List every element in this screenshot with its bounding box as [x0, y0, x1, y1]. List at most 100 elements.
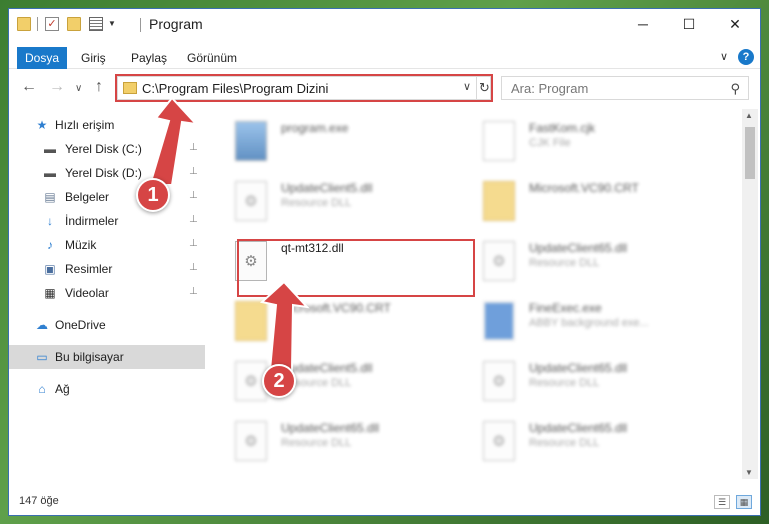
music-icon: ♪ [47, 238, 53, 252]
file-name: UpdateClient65.dll [529, 241, 628, 255]
pin-icon: ⊥ [189, 214, 198, 225]
explorer-window: ✓ ▼ Program ─ ☐ ✕ Dosya Giriş Paylaş Gör… [8, 8, 761, 516]
file-type: Resource DLL [281, 437, 352, 449]
documents-icon: ▤ [44, 190, 56, 204]
pin-icon: ⊥ [189, 262, 198, 273]
pin-icon: ⊥ [189, 286, 198, 297]
sidebar-item-label: Yerel Disk (D:) [65, 166, 142, 180]
new-folder-icon[interactable] [67, 17, 81, 31]
maximize-button[interactable]: ☐ [666, 9, 712, 39]
star-icon: ★ [36, 118, 48, 132]
sidebar-item-label: Resimler [65, 262, 113, 276]
details-view-button[interactable]: ☰ [714, 495, 730, 509]
file-type: Resource DLL [529, 377, 600, 389]
quick-access-dropdown[interactable]: ▼ [107, 17, 117, 31]
vertical-scrollbar[interactable]: ▲ ▼ [742, 109, 758, 479]
title-bar: ✓ ▼ Program ─ ☐ ✕ [9, 9, 760, 39]
file-tile[interactable]: Microsoft.VC90.CRT [213, 295, 453, 351]
file-tile[interactable]: FastKom.cjk CJK File [461, 115, 701, 171]
file-tile[interactable]: ⚙ UpdateClient65.dll Resource DLL [461, 415, 701, 471]
sidebar-item-downloads[interactable]: ↓ İndirmeler ⊥ [9, 209, 205, 233]
pictures-icon: ▣ [44, 262, 56, 276]
customize-toolbar-icon[interactable] [89, 17, 103, 31]
back-button[interactable]: ← [21, 77, 37, 97]
sidebar-item-label: Hızlı erişim [55, 118, 115, 132]
step-1-badge: 1 [136, 178, 170, 212]
file-tile[interactable]: ⚙ UpdateClient65.dll Resource DLL [461, 355, 701, 411]
drive-icon: ▬ [44, 142, 56, 156]
ribbon-tabs: Dosya Giriş Paylaş Görünüm ∨ ? [9, 47, 760, 69]
sidebar-item-pictures[interactable]: ▣ Resimler ⊥ [9, 257, 205, 281]
file-name: UpdateClient5.dll [281, 361, 373, 375]
recent-locations-button[interactable]: ∨ [75, 79, 82, 99]
file-tile[interactable]: program.exe [213, 115, 453, 171]
sidebar-item-local-disk-d[interactable]: ▬ Yerel Disk (D:) ⊥ [9, 161, 205, 185]
tab-file[interactable]: Dosya [17, 47, 67, 69]
navigation-bar: ← → ∨ ↑ C:\Program Files\Program Dizini … [9, 73, 760, 103]
sidebar-item-network[interactable]: ⌂ Ağ [9, 377, 205, 401]
item-count: 147 öğe [19, 495, 59, 507]
file-tile[interactable]: ⚙ UpdateClient65.dll Resource DLL [461, 235, 701, 291]
sidebar-item-this-pc[interactable]: ▭ Bu bilgisayar [9, 345, 205, 369]
dll-file-icon: ⚙ [483, 361, 515, 401]
dll-file-icon: ⚙ [483, 241, 515, 281]
file-name: FineExec.exe [529, 301, 602, 315]
properties-check-icon[interactable]: ✓ [45, 17, 59, 31]
sidebar-item-music[interactable]: ♪ Müzik ⊥ [9, 233, 205, 257]
scroll-up-icon[interactable]: ▲ [745, 111, 753, 120]
file-name: Microsoft.VC90.CRT [529, 181, 639, 195]
forward-button[interactable]: → [49, 77, 65, 97]
sidebar-item-onedrive[interactable]: ☁ OneDrive [9, 313, 205, 337]
sidebar-item-documents[interactable]: ▤ Belgeler ⊥ [9, 185, 205, 209]
folder-icon [483, 181, 515, 221]
file-type: Resource DLL [529, 437, 600, 449]
pin-icon: ⊥ [189, 142, 198, 153]
scroll-thumb[interactable] [745, 127, 755, 179]
tab-view[interactable]: Görünüm [187, 47, 237, 69]
scroll-down-icon[interactable]: ▼ [745, 468, 753, 477]
file-name: UpdateClient65.dll [529, 361, 628, 375]
navigation-pane: ★ Hızlı erişim ▬ Yerel Disk (C:) ⊥ ▬ Yer… [9, 109, 205, 479]
minimize-button[interactable]: ─ [620, 9, 666, 39]
download-icon: ↓ [47, 214, 53, 228]
address-highlight-box [115, 74, 493, 102]
executable-file-icon [483, 301, 515, 341]
file-type: ABBY background exe... [529, 317, 649, 329]
file-tile[interactable]: ⚙ UpdateClient5.dll Resource DLL [213, 355, 453, 411]
pin-icon: ⊥ [189, 238, 198, 249]
file-tile[interactable]: ⚙ UpdateClient65.dll Resource DLL [213, 415, 453, 471]
window-title: Program [149, 16, 203, 32]
sidebar-item-label: Videolar [65, 286, 109, 300]
sidebar-item-quick-access[interactable]: ★ Hızlı erişim [9, 113, 205, 137]
search-placeholder[interactable]: Ara: Program [511, 81, 588, 96]
sidebar-item-label: İndirmeler [65, 214, 119, 228]
file-tile[interactable]: FineExec.exe ABBY background exe... [461, 295, 701, 351]
ribbon-expand-icon[interactable]: ∨ [720, 50, 728, 63]
computer-icon: ▭ [36, 350, 48, 364]
file-type: Resource DLL [529, 257, 600, 269]
folder-icon [17, 17, 31, 31]
help-icon[interactable]: ? [738, 49, 754, 65]
sidebar-item-local-disk-c[interactable]: ▬ Yerel Disk (C:) ⊥ [9, 137, 205, 161]
sidebar-item-label: Yerel Disk (C:) [65, 142, 142, 156]
search-icon[interactable]: ⚲ [730, 81, 740, 97]
close-button[interactable]: ✕ [712, 9, 758, 39]
sidebar-item-videos[interactable]: ▦ Videolar ⊥ [9, 281, 205, 305]
file-name: UpdateClient65.dll [281, 421, 380, 435]
dll-file-icon: ⚙ [483, 421, 515, 461]
sidebar-item-label: Bu bilgisayar [55, 350, 124, 364]
tiles-view-button[interactable]: ▦ [736, 495, 752, 509]
step-2-badge: 2 [262, 364, 296, 398]
drive-icon: ▬ [44, 166, 56, 180]
file-name: FastKom.cjk [529, 121, 596, 135]
tab-share[interactable]: Paylaş [131, 47, 167, 69]
search-box[interactable]: Ara: Program ⚲ [501, 76, 749, 100]
dll-file-icon: ⚙ [235, 181, 267, 221]
file-tile[interactable]: ⚙ UpdateClient5.dll Resource DLL [213, 175, 453, 231]
up-button[interactable]: ↑ [95, 77, 103, 97]
sidebar-item-label: Ağ [55, 382, 70, 396]
file-tile[interactable]: Microsoft.VC90.CRT [461, 175, 701, 231]
tab-home[interactable]: Giriş [81, 47, 106, 69]
file-name: UpdateClient5.dll [281, 181, 373, 195]
file-name: program.exe [281, 121, 349, 135]
